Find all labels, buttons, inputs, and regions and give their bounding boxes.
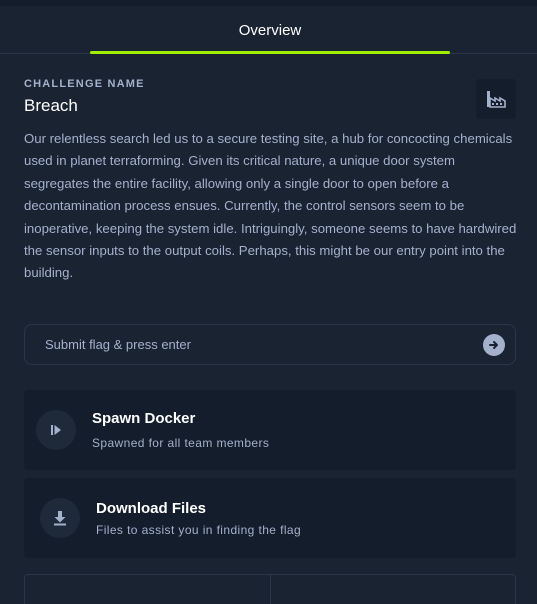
play-icon [36, 410, 76, 450]
challenge-name: Breach [24, 96, 78, 115]
bottom-panel-left [25, 575, 270, 604]
challenge-name-label: CHALLENGE NAME [24, 78, 145, 90]
factory-icon [476, 79, 516, 119]
spawn-docker-title: Spawn Docker [92, 410, 196, 427]
download-files-subtitle: Files to assist you in finding the flag [96, 523, 302, 537]
arrow-right-glyph [489, 340, 498, 349]
challenge-description: Our relentless search led us to a secure… [24, 131, 517, 281]
bottom-panel-grid [24, 574, 516, 604]
tab-bar: Overview [0, 6, 537, 54]
play-glyph [51, 425, 61, 435]
spawn-docker-button[interactable]: Spawn Docker Spawned for all team member… [24, 390, 516, 470]
arrow-right-circle-icon[interactable] [483, 333, 505, 356]
download-files-button[interactable]: Download Files Files to assist you in fi… [24, 478, 516, 558]
tab-overview[interactable]: Overview [90, 6, 450, 54]
download-glyph [54, 511, 66, 526]
download-icon [40, 498, 80, 538]
download-files-title: Download Files [96, 500, 207, 517]
flag-input[interactable] [45, 337, 483, 352]
spawn-docker-subtitle: Spawned for all team members [92, 436, 270, 450]
factory-icon-svg [487, 91, 506, 108]
bottom-panel-right [269, 575, 516, 604]
flag-submit-box [24, 324, 516, 365]
tab-overview-label: Overview [238, 21, 302, 39]
